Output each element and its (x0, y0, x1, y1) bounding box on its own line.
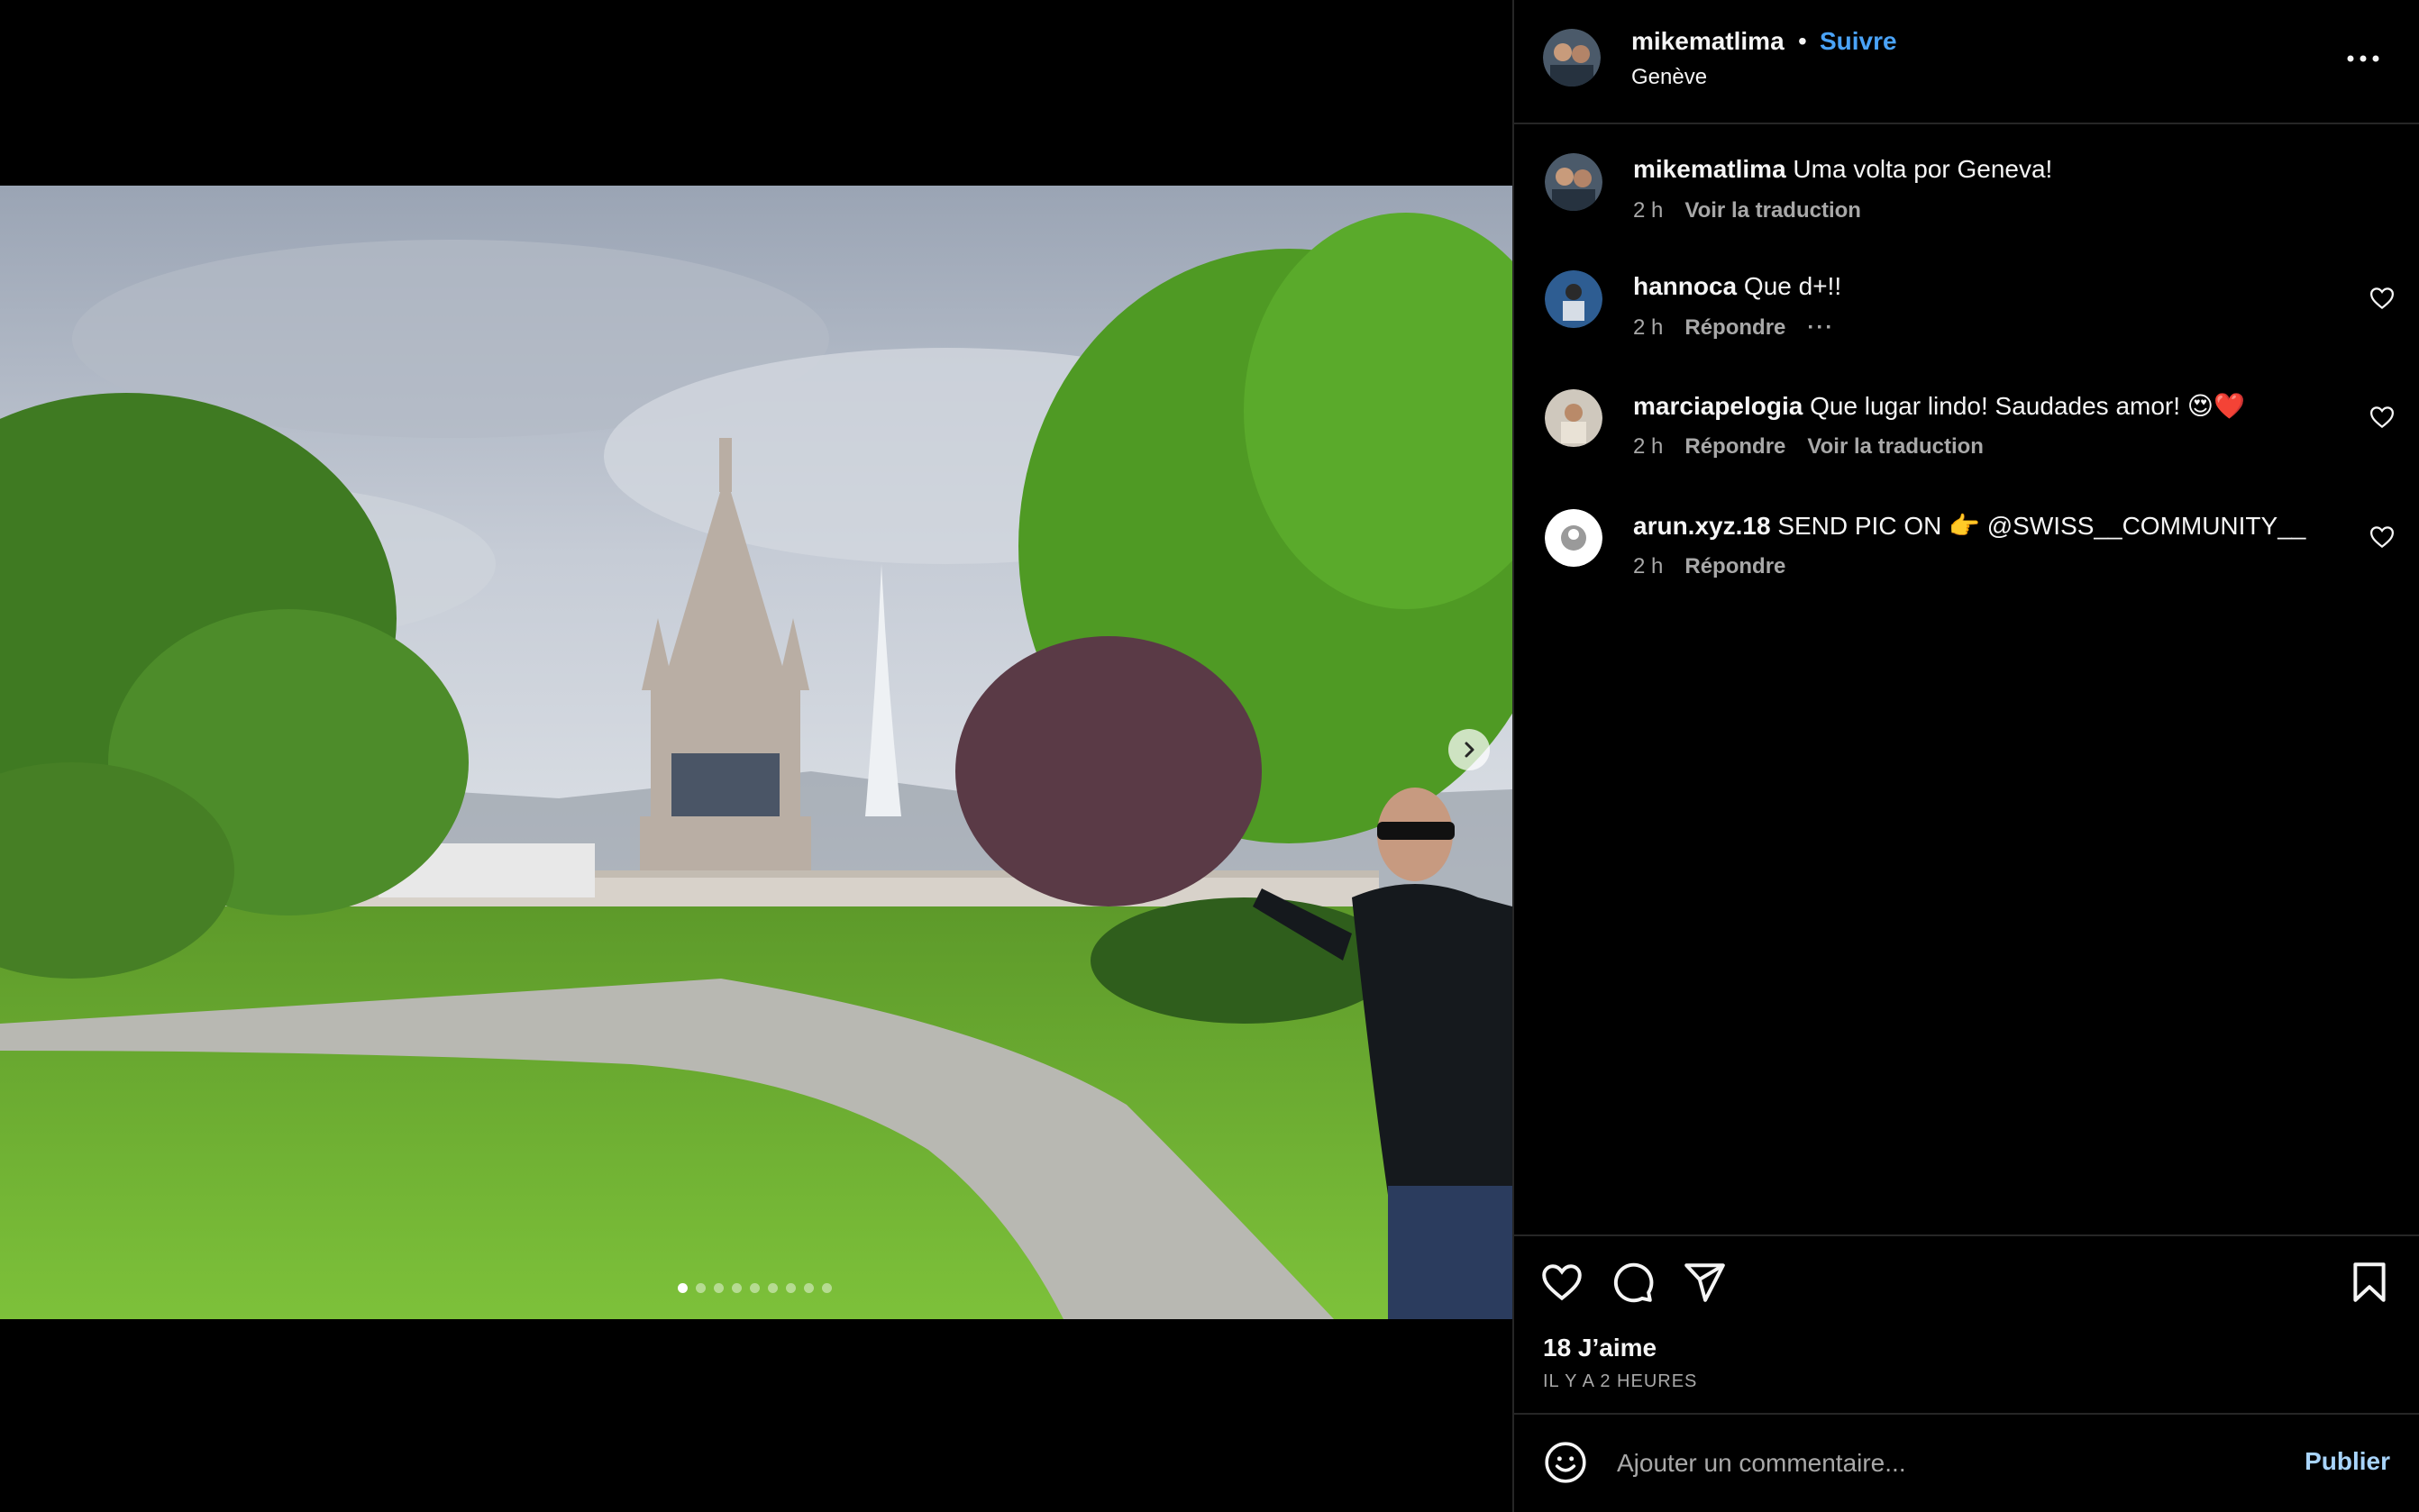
share-icon[interactable] (1682, 1260, 1727, 1305)
follow-button[interactable]: Suivre (1820, 27, 1897, 56)
comment-username[interactable]: hannoca (1633, 272, 1737, 300)
caption-time[interactable]: 2 h (1633, 198, 1663, 223)
post-header: mikematlima • Suivre Genève (1514, 0, 2419, 124)
heart-icon[interactable] (1539, 1260, 1584, 1305)
comment-meta: 2 h Répondre Voir la traduction (1633, 434, 1984, 460)
carousel-next-button[interactable] (1448, 729, 1490, 770)
carousel-dot (696, 1283, 706, 1293)
carousel-dot (714, 1283, 724, 1293)
comment-icon[interactable] (1610, 1260, 1655, 1305)
carousel-dot (750, 1283, 760, 1293)
reply-button[interactable]: Répondre (1684, 315, 1785, 341)
avatar[interactable] (1545, 389, 1602, 447)
post-username[interactable]: mikematlima (1631, 27, 1785, 56)
carousel-indicator (678, 1283, 832, 1293)
publish-button[interactable]: Publier (2305, 1447, 2390, 1476)
more-horizontal-icon[interactable] (2343, 43, 2383, 74)
carousel-dot (822, 1283, 832, 1293)
emoji-icon[interactable] (1543, 1440, 1588, 1485)
post-location[interactable]: Genève (1631, 65, 1707, 90)
avatar[interactable] (1545, 270, 1602, 328)
reply-button[interactable]: Répondre (1684, 434, 1785, 460)
carousel-dot (804, 1283, 814, 1293)
comment-line: arun.xyz.18 SEND PIC ON 👉 @SWISS__COMMUN… (1633, 511, 2305, 541)
post-photo (0, 186, 1512, 1319)
carousel-dot (768, 1283, 778, 1293)
carousel-dot (678, 1283, 688, 1293)
separator-dot: • (1798, 27, 1807, 55)
comment-line: marciapelogia Que lugar lindo! Saudades … (1633, 391, 2245, 421)
like-count[interactable]: 18 J’aime (1543, 1334, 1657, 1362)
comment-item: marciapelogia Que lugar lindo! Saudades … (1514, 389, 2419, 497)
comment-time[interactable]: 2 h (1633, 554, 1663, 579)
heart-icon[interactable] (2369, 404, 2396, 431)
post-media (0, 0, 1512, 1512)
comment-time[interactable]: 2 h (1633, 434, 1663, 460)
divider (1514, 1413, 2419, 1415)
comment-username[interactable]: marciapelogia (1633, 392, 1803, 420)
post-side-panel: mikematlima • Suivre Genève mikematlima … (1512, 0, 2419, 1512)
bookmark-icon[interactable] (2347, 1260, 2392, 1305)
caption-line: mikematlima Uma volta por Geneva! (1633, 155, 2052, 184)
caption-text: Uma volta por Geneva! (1793, 155, 2053, 183)
reply-button[interactable]: Répondre (1684, 554, 1785, 579)
post-timestamp[interactable]: IL Y A 2 HEURES (1543, 1371, 1697, 1392)
comment-line: hannoca Que d+!! (1633, 272, 1841, 301)
avatar[interactable] (1545, 153, 1602, 211)
comment-item: hannoca Que d+!! 2 h Répondre ··· (1514, 270, 2419, 378)
comment-meta: 2 h Répondre (1633, 554, 1785, 579)
comment-text: SEND PIC ON 👉 @SWISS__COMMUNITY__ (1777, 512, 2306, 540)
comment-text: Que lugar lindo! Saudades amor! 😍❤️ (1810, 392, 2245, 420)
post-caption: mikematlima Uma volta por Geneva! 2 h Vo… (1514, 153, 2419, 261)
divider (1514, 1234, 2419, 1236)
chevron-right-icon (1465, 742, 1474, 758)
heart-icon[interactable] (2369, 285, 2396, 312)
translate-button[interactable]: Voir la traduction (1684, 198, 1861, 223)
translate-button[interactable]: Voir la traduction (1807, 434, 1984, 460)
heart-icon[interactable] (2369, 524, 2396, 551)
comment-text: Que d+!! (1743, 272, 1842, 300)
comment-item: arun.xyz.18 SEND PIC ON 👉 @SWISS__COMMUN… (1514, 509, 2419, 617)
avatar[interactable] (1545, 509, 1602, 567)
caption-meta: 2 h Voir la traduction (1633, 198, 1861, 223)
comment-meta: 2 h Répondre ··· (1633, 315, 1834, 341)
comment-input[interactable] (1615, 1438, 2268, 1489)
comment-username[interactable]: arun.xyz.18 (1633, 512, 1771, 540)
comment-time[interactable]: 2 h (1633, 315, 1663, 341)
comment-options-button[interactable]: ··· (1807, 315, 1834, 341)
caption-username[interactable]: mikematlima (1633, 155, 1786, 183)
avatar[interactable] (1543, 29, 1601, 87)
carousel-dot (732, 1283, 742, 1293)
carousel-dot (786, 1283, 796, 1293)
